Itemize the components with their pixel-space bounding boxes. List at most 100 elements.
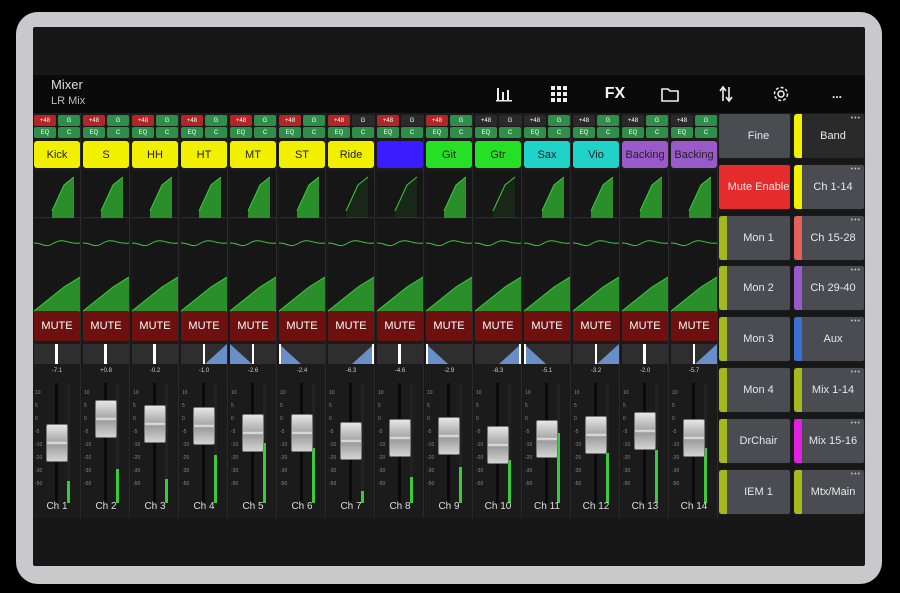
fader-knob[interactable]: [193, 407, 215, 446]
pan-control[interactable]: [230, 344, 276, 364]
eq-button[interactable]: EQ: [34, 127, 56, 138]
compressor-button[interactable]: C: [107, 127, 129, 138]
fader-knob[interactable]: [683, 419, 705, 458]
phantom-power-button[interactable]: +48: [328, 115, 350, 126]
compressor-button[interactable]: C: [450, 127, 472, 138]
fader-knob[interactable]: [144, 404, 166, 443]
eq-curve[interactable]: [670, 219, 718, 266]
eq-curve[interactable]: [131, 219, 179, 266]
fader-knob[interactable]: [634, 412, 656, 450]
gate-curve[interactable]: [377, 171, 423, 218]
gate-curve[interactable]: [230, 171, 276, 218]
fx-icon[interactable]: FX: [602, 83, 628, 105]
gate-button[interactable]: G: [254, 115, 276, 126]
mute-button[interactable]: MUTE: [132, 311, 178, 341]
phantom-power-button[interactable]: +48: [132, 115, 154, 126]
compressor-button[interactable]: C: [254, 127, 276, 138]
gate-button[interactable]: G: [205, 115, 227, 126]
bank-button[interactable]: DrChair: [718, 417, 791, 464]
eq-curve[interactable]: [278, 219, 326, 266]
gate-curve[interactable]: [475, 171, 521, 218]
eq-curve[interactable]: [425, 219, 473, 266]
gate-curve[interactable]: [622, 171, 668, 218]
phantom-power-button[interactable]: +48: [83, 115, 105, 126]
compressor-curve[interactable]: [131, 265, 179, 312]
bank-button[interactable]: Mute Enable: [718, 163, 791, 210]
fader-knob[interactable]: [242, 414, 264, 453]
compressor-curve[interactable]: [523, 265, 571, 312]
gate-curve[interactable]: [524, 171, 570, 218]
mute-button[interactable]: MUTE: [524, 311, 570, 341]
mute-button[interactable]: MUTE: [83, 311, 129, 341]
eq-button[interactable]: EQ: [377, 127, 399, 138]
phantom-power-button[interactable]: +48: [230, 115, 252, 126]
gate-curve[interactable]: [181, 171, 227, 218]
bank-button[interactable]: Ch 29-40 •••: [793, 265, 865, 312]
pan-control[interactable]: [426, 344, 472, 364]
compressor-button[interactable]: C: [597, 127, 619, 138]
compressor-button[interactable]: C: [499, 127, 521, 138]
gate-curve[interactable]: [671, 171, 717, 218]
compressor-curve[interactable]: [33, 265, 81, 312]
fader-knob[interactable]: [389, 419, 411, 458]
gate-button[interactable]: G: [303, 115, 325, 126]
mute-button[interactable]: MUTE: [34, 311, 80, 341]
bank-button[interactable]: Fine: [718, 113, 791, 159]
fader-knob[interactable]: [536, 420, 558, 459]
pan-control[interactable]: [524, 344, 570, 364]
mute-button[interactable]: MUTE: [573, 311, 619, 341]
bank-button[interactable]: Mon 3: [718, 316, 791, 363]
compressor-curve[interactable]: [621, 265, 669, 312]
pan-control[interactable]: [622, 344, 668, 364]
eq-curve[interactable]: [327, 219, 375, 266]
gate-button[interactable]: G: [597, 115, 619, 126]
fader-knob[interactable]: [340, 421, 362, 460]
gate-curve[interactable]: [132, 171, 178, 218]
meters-icon[interactable]: [493, 83, 515, 105]
folder-icon[interactable]: [659, 83, 681, 105]
eq-button[interactable]: EQ: [426, 127, 448, 138]
bank-button[interactable]: Mtx/Main •••: [793, 468, 865, 515]
compressor-curve[interactable]: [278, 265, 326, 312]
gate-curve[interactable]: [573, 171, 619, 218]
gate-button[interactable]: G: [450, 115, 472, 126]
phantom-power-button[interactable]: +48: [524, 115, 546, 126]
eq-curve[interactable]: [229, 219, 277, 266]
phantom-power-button[interactable]: +48: [426, 115, 448, 126]
channel-name-button[interactable]: S: [83, 141, 129, 168]
mute-button[interactable]: MUTE: [181, 311, 227, 341]
fader-knob[interactable]: [438, 416, 460, 455]
eq-button[interactable]: EQ: [83, 127, 105, 138]
eq-button[interactable]: EQ: [524, 127, 546, 138]
pan-control[interactable]: [279, 344, 325, 364]
compressor-curve[interactable]: [474, 265, 522, 312]
gate-button[interactable]: G: [499, 115, 521, 126]
bank-button[interactable]: Ch 15-28 •••: [793, 214, 865, 261]
fader-knob[interactable]: [46, 424, 68, 462]
pan-control[interactable]: [83, 344, 129, 364]
gate-curve[interactable]: [83, 171, 129, 218]
eq-curve[interactable]: [523, 219, 571, 266]
eq-curve[interactable]: [474, 219, 522, 266]
phantom-power-button[interactable]: +48: [377, 115, 399, 126]
phantom-power-button[interactable]: +48: [279, 115, 301, 126]
channel-name-button[interactable]: [377, 141, 423, 168]
phantom-power-button[interactable]: +48: [475, 115, 497, 126]
bank-button[interactable]: Ch 1-14 •••: [793, 163, 865, 210]
compressor-button[interactable]: C: [156, 127, 178, 138]
eq-button[interactable]: EQ: [622, 127, 644, 138]
fader-knob[interactable]: [291, 414, 313, 453]
fader-knob[interactable]: [487, 426, 509, 465]
compressor-curve[interactable]: [229, 265, 277, 312]
pan-control[interactable]: [181, 344, 227, 364]
gate-curve[interactable]: [279, 171, 325, 218]
channel-name-button[interactable]: Backing: [622, 141, 668, 168]
channel-name-button[interactable]: Vio: [573, 141, 619, 168]
gate-button[interactable]: G: [107, 115, 129, 126]
bank-button[interactable]: Mix 15-16 •••: [793, 417, 865, 464]
bank-button[interactable]: Band •••: [793, 113, 865, 159]
pan-control[interactable]: [34, 344, 80, 364]
compressor-button[interactable]: C: [303, 127, 325, 138]
eq-curve[interactable]: [376, 219, 424, 266]
compressor-button[interactable]: C: [695, 127, 717, 138]
